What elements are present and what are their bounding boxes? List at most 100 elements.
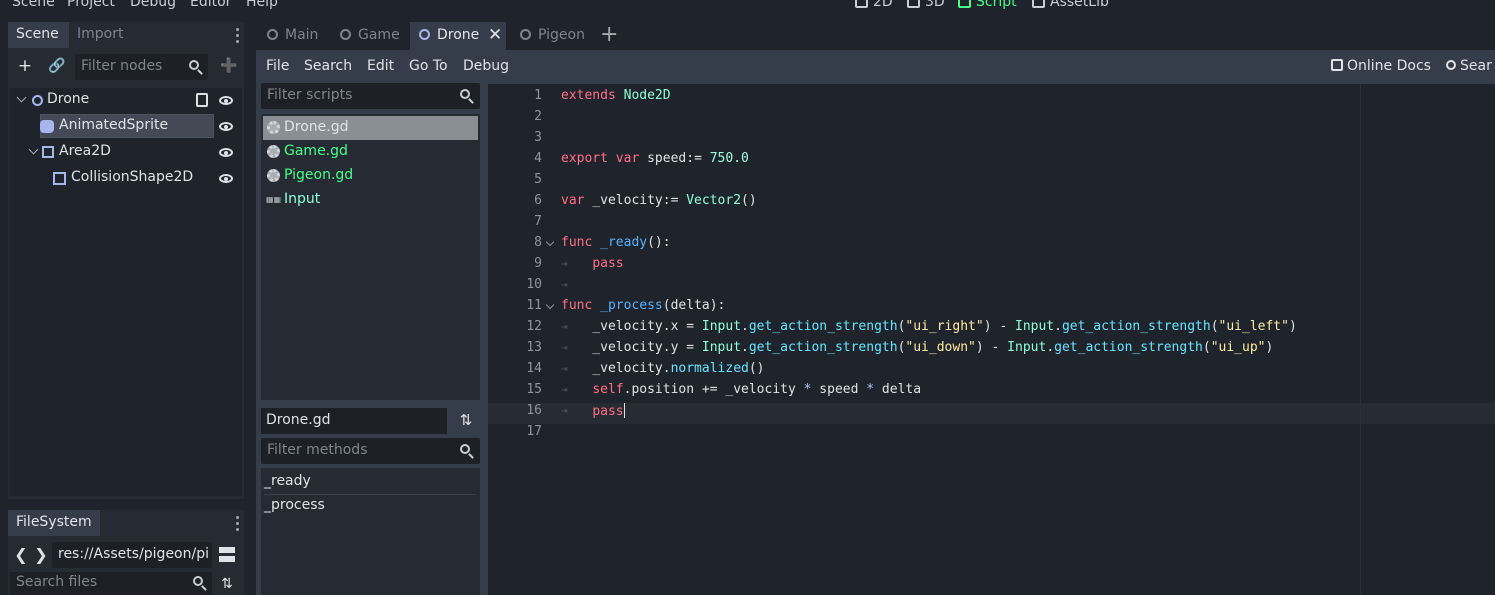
filter-nodes-input[interactable]: Filter nodes — [75, 54, 208, 80]
visibility-eye-icon[interactable] — [219, 96, 233, 105]
script-menu-debug[interactable]: Debug — [463, 58, 509, 74]
script-icon[interactable] — [196, 93, 208, 107]
menu-debug[interactable]: Debug — [130, 0, 176, 10]
script-item-drone[interactable]: Drone.gd — [263, 116, 478, 140]
code-token: _ready — [600, 235, 648, 250]
chevron-down-icon[interactable] — [28, 144, 39, 155]
script-item-pigeon[interactable]: Pigeon.gd — [263, 164, 478, 188]
dock-menu-icon[interactable] — [236, 516, 240, 534]
visibility-eye-icon[interactable] — [219, 148, 233, 157]
back-arrow-icon[interactable]: ❮ — [14, 546, 28, 563]
scripts-list: Drone.gd Game.gd Pigeon.gd ▦▦ Input — [261, 114, 480, 400]
mode-3d-button[interactable]: 3D — [907, 0, 945, 10]
code-line[interactable]: _velocity.normalized() — [561, 361, 764, 376]
code-token: ) — [1265, 340, 1274, 355]
search-help-button[interactable]: Sear — [1446, 58, 1492, 74]
script-item-input[interactable]: ▦▦ Input — [263, 188, 478, 212]
code-token: (delta): — [662, 298, 726, 313]
code-line[interactable]: _velocity.x = Input.get_action_strength(… — [561, 319, 1297, 334]
mode-script-label: Script — [976, 0, 1017, 10]
tab-label: Drone — [437, 27, 480, 43]
code-line[interactable]: _velocity.y = Input.get_action_strength(… — [561, 340, 1273, 355]
split-view-icon[interactable] — [219, 547, 235, 563]
method-item[interactable]: _process — [264, 497, 325, 513]
code-token: "ui_right" — [905, 319, 984, 334]
code-token: Input — [1015, 319, 1055, 334]
tab-scene[interactable]: Scene — [8, 22, 69, 48]
code-token: var — [615, 151, 640, 166]
search-files-input[interactable]: Search files — [10, 572, 212, 595]
code-token: export — [561, 151, 608, 166]
chevron-down-icon[interactable] — [16, 92, 27, 103]
code-editor[interactable]: 1 2 3 4 5 6 7 8 9 ⇥ 10 ⇥ 11 12 ⇥ 13 ⇥ 14 ⇥ 15 ⇥ 16 ⇥ 17 extends… — [488, 84, 1495, 595]
code-line[interactable]: var _velocity:= Vector2() — [561, 193, 757, 208]
path-field[interactable]: res://Assets/pigeon/pi — [52, 542, 212, 568]
tab-game[interactable]: Game — [332, 22, 408, 50]
visibility-eye-icon[interactable] — [219, 174, 233, 183]
attach-script-icon[interactable]: ➕ — [220, 58, 237, 75]
mode-2d-button[interactable]: 2D — [855, 0, 893, 10]
menu-editor[interactable]: Editor — [190, 0, 231, 10]
mode-script-button[interactable]: Script — [958, 0, 1017, 10]
code-line[interactable]: export var speed:= 750.0 — [561, 151, 749, 166]
code-token: ) — [1288, 319, 1297, 334]
fold-arrow-icon[interactable] — [545, 300, 555, 310]
tree-node-area2d[interactable]: Area2D — [10, 140, 242, 164]
code-line[interactable]: func _process(delta): — [561, 298, 725, 313]
menu-scene[interactable]: Scene — [12, 0, 55, 10]
code-line[interactable]: extends Node2D — [561, 88, 671, 103]
menu-project[interactable]: Project — [67, 0, 115, 10]
script-menu-search[interactable]: Search — [304, 58, 352, 74]
code-token: get_action_strength — [748, 340, 898, 355]
add-node-icon[interactable]: + — [16, 58, 34, 75]
tree-node-collisionshape2d[interactable]: CollisionShape2D — [10, 166, 242, 190]
forward-arrow-icon[interactable]: ❯ — [34, 546, 48, 563]
script-item-game[interactable]: Game.gd — [263, 140, 478, 164]
tree-node-animatedsprite[interactable]: AnimatedSprite — [10, 114, 242, 138]
code-line[interactable]: self.position += _velocity * speed * del… — [561, 382, 921, 397]
code-token: _velocity. — [561, 361, 671, 376]
current-script-name: Drone.gd — [266, 412, 331, 428]
code-line[interactable]: pass — [561, 403, 625, 419]
add-tab-icon[interactable]: + — [600, 22, 624, 50]
link-icon[interactable]: 🔗 — [48, 58, 66, 75]
online-docs-button[interactable]: Online Docs — [1331, 58, 1431, 74]
mode-assetlib-button[interactable]: AssetLib — [1032, 0, 1109, 10]
filter-methods-input[interactable]: Filter methods — [261, 438, 480, 464]
script-menu-file[interactable]: File — [266, 58, 289, 74]
dock-menu-icon[interactable] — [236, 28, 240, 46]
method-item[interactable]: _ready — [264, 473, 311, 489]
sort-icon[interactable]: ⇅ — [219, 576, 235, 593]
gear-icon — [267, 169, 280, 182]
tab-import[interactable]: Import — [69, 22, 131, 48]
script-menu-edit[interactable]: Edit — [367, 58, 394, 74]
script-menu-goto[interactable]: Go To — [409, 58, 448, 74]
code-line[interactable]: func _ready(): — [561, 235, 671, 250]
tab-main[interactable]: Main — [258, 22, 328, 50]
code-line[interactable]: pass — [561, 256, 623, 271]
line-number: 2 — [534, 109, 542, 124]
tree-node-drone[interactable]: Drone — [10, 88, 242, 112]
tab-drone[interactable]: Drone ✕ — [410, 22, 506, 50]
code-token: normalized — [670, 361, 749, 376]
visibility-eye-icon[interactable] — [219, 122, 233, 131]
line-number: 12 — [526, 319, 542, 334]
code-token: "ui_left" — [1218, 319, 1289, 334]
filter-scripts-input[interactable]: Filter scripts — [261, 83, 480, 109]
code-token: _velocity.x = — [561, 319, 702, 334]
tab-filesystem[interactable]: FileSystem — [8, 510, 100, 536]
tab-pigeon[interactable]: Pigeon — [510, 22, 594, 50]
filter-methods-placeholder: Filter methods — [267, 442, 368, 458]
close-icon[interactable]: ✕ — [488, 22, 502, 48]
sort-icon[interactable]: ⇅ — [458, 412, 474, 429]
code-token: () — [741, 193, 757, 208]
filter-scripts-placeholder: Filter scripts — [267, 87, 353, 103]
menu-help[interactable]: Help — [246, 0, 278, 10]
filter-nodes-placeholder: Filter nodes — [81, 58, 163, 74]
fold-arrow-icon[interactable] — [545, 237, 555, 247]
tab-label: Pigeon — [538, 27, 585, 43]
tree-node-label: Area2D — [59, 143, 111, 159]
code-token: .position += _velocity — [623, 382, 804, 397]
top-menu-bar: Scene Project Debug Editor Help 2D 3D Sc… — [0, 0, 1495, 14]
